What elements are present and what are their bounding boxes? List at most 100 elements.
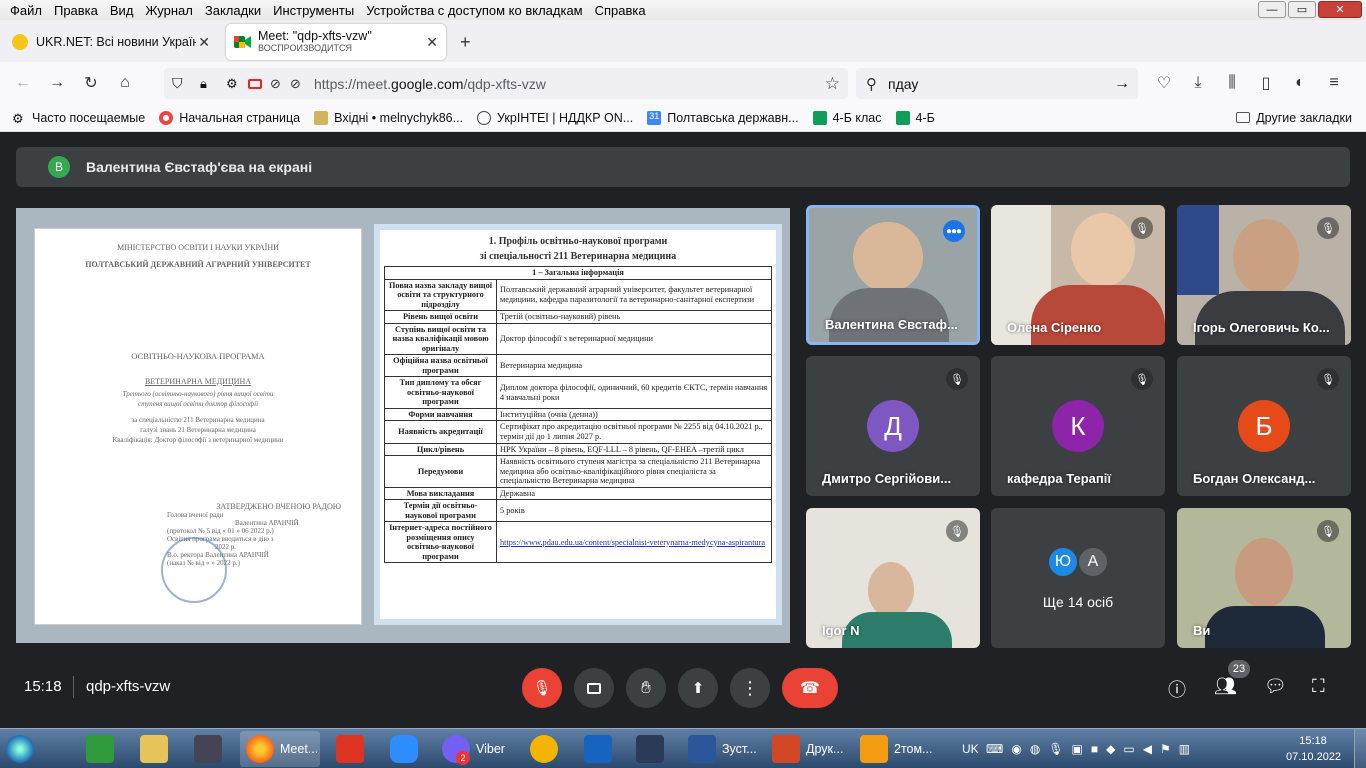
app-menu-icon[interactable]: ≡ [1320, 68, 1348, 98]
screen-share[interactable]: МІНІСТЕРСТВО ОСВІТИ І НАУКИ УКРАЇНИ ПОЛТ… [16, 208, 790, 643]
participant-tile[interactable]: Б 🎙︎ Богдан Олександ... [1177, 356, 1351, 496]
taskbar-ls[interactable] [86, 731, 120, 767]
back-icon[interactable]: ← [6, 68, 40, 98]
activities-icon[interactable]: ⛶ [1312, 676, 1325, 697]
participant-tile[interactable]: ⦁⦁⦁ Валентина Євстаф... [806, 205, 980, 345]
mic-off-icon: 🎙︎ [1317, 217, 1339, 239]
reload-icon[interactable]: ↻ [74, 68, 108, 98]
minimize-button[interactable]: — [1258, 1, 1286, 18]
menu-view[interactable]: Вид [104, 3, 140, 18]
menu-help[interactable]: Справка [589, 3, 652, 18]
lock-icon[interactable]: 🔒︎ [200, 76, 207, 92]
search-input[interactable]: пдау [888, 76, 918, 92]
bookmark-4b[interactable]: 4-Б [895, 110, 935, 125]
participant-tile[interactable]: 🎙︎ Ви [1177, 508, 1351, 648]
language-indicator[interactable]: UK [962, 731, 979, 767]
taskbar-pdf[interactable]: 2том... [856, 731, 936, 767]
camera-in-use-icon[interactable] [248, 78, 262, 89]
bookmark-ukrintei[interactable]: УкрІНТЕІ | НДДКР ON... [477, 110, 633, 125]
sidebar-icon[interactable]: ▯ [1252, 68, 1280, 98]
taskbar-app2[interactable] [530, 731, 564, 767]
chat-icon[interactable]: 💬︎ [1264, 676, 1287, 697]
viber-tray-icon[interactable]: ◉ [1011, 742, 1021, 756]
start-button[interactable] [6, 731, 40, 767]
participant-tile[interactable]: К 🎙︎ кафедра Терапії [991, 356, 1165, 496]
taskbar-powerpoint[interactable]: Друк... [768, 731, 848, 767]
flag-icon[interactable]: ⚑ [1160, 742, 1171, 756]
menu-file[interactable]: Файл [4, 3, 48, 18]
alert-tray-icon[interactable]: ■ [1091, 742, 1098, 756]
tab-ukrnet[interactable]: UKR.NET: Всі новини України, ос ✕ [4, 24, 218, 60]
menu-synced-tabs[interactable]: Устройства с доступом ко вкладкам [360, 3, 588, 18]
home-icon[interactable]: ⌂ [108, 68, 142, 98]
camera-tray-icon[interactable]: ▣ [1072, 742, 1083, 756]
taskbar-defender[interactable] [584, 731, 618, 767]
taskbar-app[interactable] [336, 731, 370, 767]
bookmark-star-icon[interactable]: ☆ [825, 74, 840, 94]
cover-line: ступеня вищої освіти доктор філософії [137, 400, 259, 408]
mic-toggle-button[interactable]: 🎙︎ [522, 668, 562, 708]
bookmark-4b-class[interactable]: 4-Б клас [812, 110, 882, 125]
address-bar[interactable]: ⛉ 🔒︎ ⚙ ⊘ ⊘ https://meet.google.com/qdp-x… [164, 68, 848, 99]
usb-tray-icon[interactable]: ▭ [1123, 742, 1134, 756]
bookmark-most-visited[interactable]: ⚙ Часто посещаемые [12, 111, 145, 126]
extension-icon[interactable]: ◐ [1286, 68, 1314, 98]
permissions-icon[interactable]: ⚙ [226, 76, 238, 92]
volume-icon[interactable]: ◀ [1143, 742, 1152, 756]
clock[interactable]: 15:18 07.10.2022 [1286, 733, 1341, 765]
taskbar-word[interactable]: Зуст... [684, 731, 762, 767]
other-bookmarks[interactable]: Другие закладки [1236, 111, 1352, 125]
menu-bookmarks[interactable]: Закладки [199, 3, 267, 18]
raise-hand-button[interactable]: ✋︎ [626, 668, 666, 708]
participant-tile[interactable]: 🎙︎ Ігорь Олеговичь Ко... [1177, 205, 1351, 345]
keyboard-icon[interactable]: ⌨ [986, 742, 1003, 756]
forward-icon[interactable]: → [40, 68, 74, 98]
close-window-button[interactable]: ✕ [1318, 1, 1362, 18]
close-tab-icon[interactable]: ✕ [198, 34, 210, 51]
taskbar-explorer[interactable] [140, 731, 174, 767]
network-tray-icon[interactable]: ◍ [1030, 742, 1040, 756]
info-icon[interactable]: ⓘ [1168, 676, 1186, 702]
table-row: Тип диплому та обсяг освітньо-наукової п… [384, 376, 772, 409]
close-tab-icon[interactable]: ✕ [426, 34, 438, 51]
downloads-icon[interactable]: ⤓ [1184, 68, 1212, 98]
taskbar-monitor[interactable] [194, 731, 228, 767]
taskbar-viber[interactable]: Viber [436, 731, 518, 767]
maximize-button[interactable]: ▭ [1288, 1, 1316, 18]
search-go-icon[interactable]: → [1114, 75, 1130, 93]
new-tab-icon[interactable]: + [460, 32, 471, 53]
search-bar[interactable]: ⚲ пдау → [856, 68, 1138, 99]
taskbar-firefox-meet[interactable]: Meet... [240, 731, 320, 767]
mic-blocked-icon[interactable]: ⊘ [270, 76, 281, 92]
url-text[interactable]: https://meet.google.com/qdp-xfts-vzw [314, 76, 546, 92]
library-icon[interactable]: ⫼ [1218, 68, 1246, 98]
others-tile[interactable]: Ю А Ще 14 осіб [991, 508, 1165, 648]
participant-tile[interactable]: 🎙︎ Igor N [806, 508, 980, 648]
pocket-icon[interactable]: ♡ [1150, 68, 1178, 98]
menu-edit[interactable]: Правка [48, 3, 104, 18]
app-tray-icon[interactable]: ◆ [1106, 742, 1115, 756]
taskbar-remote[interactable] [636, 731, 670, 767]
participant-tile[interactable]: 🎙︎ Олена Сіренко [991, 205, 1165, 345]
camera-toggle-button[interactable] [574, 668, 614, 708]
network-icon[interactable]: ▥ [1179, 742, 1190, 756]
remote-icon [636, 735, 664, 763]
more-options-button[interactable]: ⋮ [730, 668, 770, 708]
meeting-time: 15:18 [24, 678, 62, 695]
shield-icon[interactable]: ⛉ [172, 75, 183, 92]
menu-history[interactable]: Журнал [139, 3, 198, 18]
show-desktop-button[interactable] [1354, 729, 1366, 768]
participant-tile[interactable]: Д 🎙︎ Дмитро Сергійови... [806, 356, 980, 496]
tab-meet[interactable]: Meet: "qdp-xfts-vzw" ВОСПРОИЗВОДИТСЯ ✕ [226, 24, 446, 60]
mic-tray-icon[interactable]: 🎙︎ [1048, 742, 1063, 756]
menu-tools[interactable]: Инструменты [267, 3, 360, 18]
people-icon[interactable]: 👥︎ [1214, 676, 1237, 697]
bookmark-inbox[interactable]: Вхідні • melnychyk86... [314, 110, 463, 125]
leave-call-button[interactable]: ☎ [782, 668, 838, 708]
autoplay-blocked-icon[interactable]: ⊘ [290, 76, 301, 92]
bookmark-home-page[interactable]: Начальная страница [159, 110, 300, 125]
present-button[interactable]: ⬆ [678, 668, 718, 708]
bookmark-poltava[interactable]: 31 Полтавська державн... [647, 110, 799, 125]
taskbar-zoom[interactable] [390, 731, 424, 767]
app-icon [530, 735, 558, 763]
